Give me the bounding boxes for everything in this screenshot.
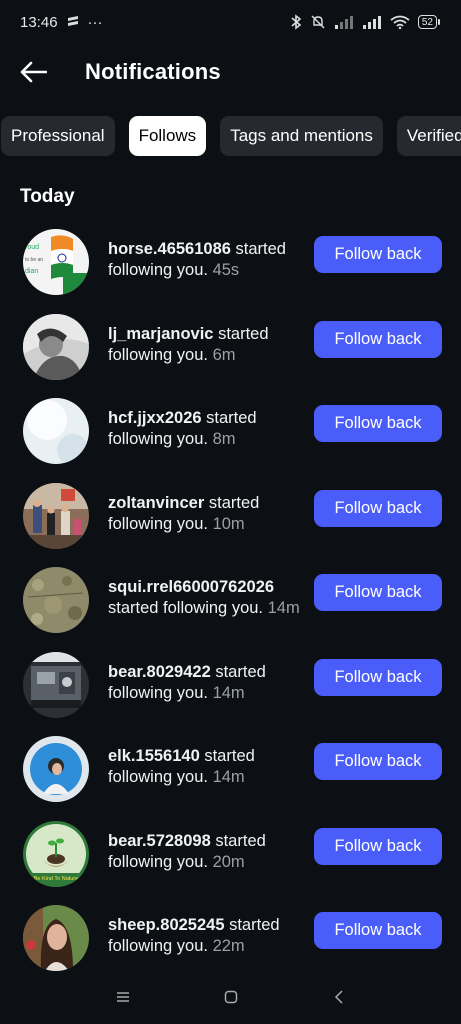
family-photo-avatar[interactable] <box>23 482 89 549</box>
svg-text:roud: roud <box>25 244 39 251</box>
username[interactable]: bear.5728098 <box>108 832 211 850</box>
timestamp: 14m <box>212 768 245 786</box>
notification-text: zoltanvincer started following you. 10m <box>108 493 304 535</box>
app-header: Notifications <box>0 44 461 100</box>
follow-back-button[interactable]: Follow back <box>314 827 442 865</box>
signal-icon-2 <box>362 15 382 29</box>
system-nav-bar <box>0 970 461 1024</box>
app-notification-icon <box>66 15 80 29</box>
notification-text: lj_marjanovic started following you. 6m <box>108 324 304 366</box>
status-right: 52 <box>290 14 441 30</box>
list-item: squi.rrel66000762026 started following y… <box>0 557 461 642</box>
notification-text: squi.rrel66000762026 started following y… <box>108 577 304 619</box>
status-left: 13:46 ··· <box>20 14 103 31</box>
chevron-left-icon <box>334 990 343 1004</box>
notification-text: horse.46561086 started following you. 45… <box>108 239 304 281</box>
section-title-today: Today <box>20 186 75 207</box>
back-button[interactable] <box>18 57 48 87</box>
username[interactable]: lj_marjanovic <box>108 325 213 343</box>
timestamp: 20m <box>212 852 245 871</box>
svg-text:dian: dian <box>25 268 38 275</box>
svg-text:Be Kind To Nature: Be Kind To Nature <box>34 876 79 882</box>
follow-back-button[interactable]: Follow back <box>314 658 442 696</box>
follow-back-button[interactable]: Follow back <box>314 489 442 527</box>
blue-portrait-avatar[interactable] <box>23 736 89 802</box>
page-title: Notifications <box>85 59 221 84</box>
tab-professional[interactable]: Professional <box>1 116 115 156</box>
follow-back-button[interactable]: Follow back <box>314 743 442 780</box>
username[interactable]: sheep.8025245 <box>108 916 225 934</box>
battery-icon: 52 <box>417 15 441 29</box>
tab-follows[interactable]: Follows <box>128 116 207 156</box>
username[interactable]: horse.46561086 <box>108 240 231 258</box>
signal-icon-1 <box>334 15 354 29</box>
status-time: 13:46 <box>20 13 58 31</box>
notification-text: elk.1556140 started following you. 14m <box>108 746 304 788</box>
timestamp: 14m <box>267 599 300 617</box>
list-item: lj_marjanovic started following you. 6m … <box>0 304 461 389</box>
bw-portrait-avatar[interactable] <box>23 313 89 380</box>
timestamp: 6m <box>212 345 236 364</box>
follow-back-button[interactable]: Follow back <box>314 320 442 358</box>
list-item: roud to be an dian horse.46561086 starte… <box>0 219 461 304</box>
svg-text:to be an: to be an <box>25 257 43 263</box>
timestamp: 22m <box>212 937 245 955</box>
list-item: zoltanvincer started following you. 10m … <box>0 473 461 558</box>
timestamp: 14m <box>212 683 245 702</box>
home-button[interactable] <box>217 983 245 1011</box>
back-arrow-icon <box>20 61 47 83</box>
wifi-icon <box>390 15 410 29</box>
timestamp: 10m <box>212 514 245 533</box>
be-kind-to-nature-avatar[interactable]: Be Kind To Nature <box>23 820 89 887</box>
notification-text: bear.8029422 started following you. 14m <box>108 662 304 704</box>
notification-tabs: Professional Follows Tags and mentions V… <box>0 116 461 156</box>
list-item: elk.1556140 started following you. 14m F… <box>0 726 461 811</box>
tab-verified[interactable]: Verified <box>396 116 461 156</box>
ground-texture-avatar[interactable] <box>23 567 89 633</box>
status-more-icon: ··· <box>87 13 103 31</box>
home-square-icon <box>224 990 237 1004</box>
mute-bell-icon <box>310 14 326 30</box>
woman-portrait-avatar[interactable] <box>23 905 89 971</box>
menu-lines-icon <box>116 992 129 1002</box>
action-text: started following you. <box>108 599 264 617</box>
list-item: bear.8029422 started following you. 14m … <box>0 642 461 727</box>
username[interactable]: bear.8029422 <box>108 663 211 681</box>
light-blank-avatar[interactable] <box>23 398 89 464</box>
tab-tags-and-mentions[interactable]: Tags and mentions <box>220 116 383 156</box>
username[interactable]: elk.1556140 <box>108 747 200 765</box>
notification-list: roud to be an dian horse.46561086 starte… <box>0 219 461 980</box>
follow-back-button[interactable]: Follow back <box>314 912 442 949</box>
flag-badge-avatar[interactable]: roud to be an dian <box>23 229 89 295</box>
list-item: sheep.8025245 started following you. 22m… <box>0 895 461 980</box>
username[interactable]: zoltanvincer <box>108 494 204 512</box>
machine-photo-avatar[interactable] <box>23 651 89 718</box>
follow-back-button[interactable]: Follow back <box>314 236 442 273</box>
notification-text: bear.5728098 started following you. 20m <box>108 831 304 873</box>
list-item: Be Kind To Nature bear.5728098 started f… <box>0 811 461 896</box>
follow-back-button[interactable]: Follow back <box>314 405 442 442</box>
system-back-button[interactable] <box>325 983 353 1011</box>
follow-back-button[interactable]: Follow back <box>314 574 442 611</box>
status-bar: 13:46 ··· 52 <box>0 0 461 44</box>
timestamp: 45s <box>212 261 240 279</box>
timestamp: 8m <box>212 430 236 448</box>
username[interactable]: squi.rrel66000762026 <box>108 578 274 596</box>
username[interactable]: hcf.jjxx2026 <box>108 409 202 427</box>
recent-apps-button[interactable] <box>109 983 137 1011</box>
notification-text: hcf.jjxx2026 started following you. 8m <box>108 408 304 450</box>
notification-text: sheep.8025245 started following you. 22m <box>108 915 304 957</box>
bluetooth-icon <box>290 14 302 30</box>
list-item: hcf.jjxx2026 started following you. 8m F… <box>0 388 461 473</box>
